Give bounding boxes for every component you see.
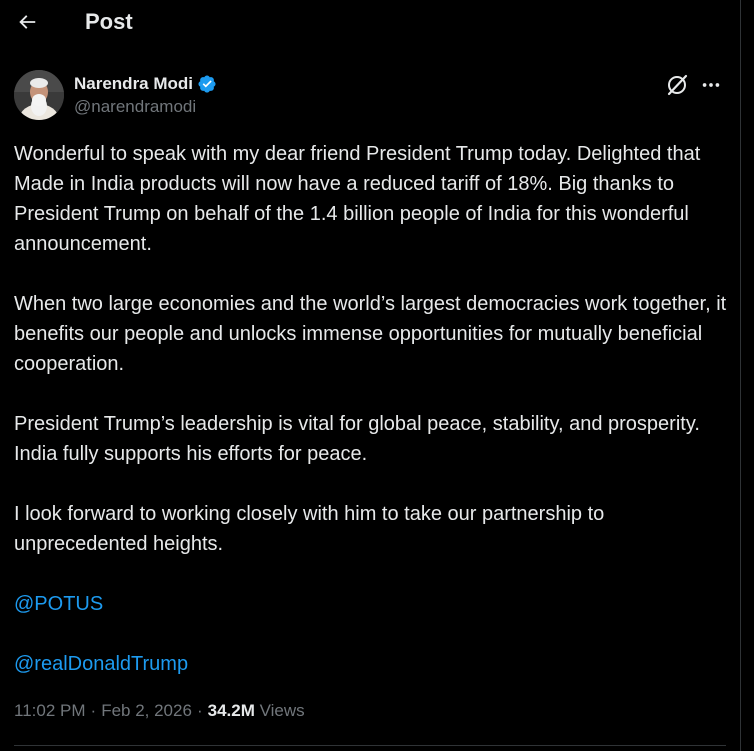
- page-title: Post: [85, 9, 133, 34]
- avatar-image: [14, 70, 64, 120]
- more-button[interactable]: [698, 72, 724, 98]
- post-text: Wonderful to speak with my dear friend P…: [14, 139, 734, 709]
- post-time[interactable]: 11:02 PM: [14, 701, 86, 720]
- column-border: [740, 0, 741, 751]
- post-date[interactable]: Feb 2, 2026: [101, 701, 192, 720]
- divider: [14, 745, 726, 746]
- post-paragraph: President Trump’s leadership is vital fo…: [14, 413, 700, 465]
- post-metadata: 11:02 PM · Feb 2, 2026 · 34.2M Views: [14, 699, 305, 723]
- views-count: 34.2M: [207, 701, 255, 720]
- views-label: Views: [259, 701, 305, 720]
- verified-badge-icon: [198, 75, 216, 93]
- separator: ·: [196, 701, 203, 720]
- more-horizontal-icon: [702, 83, 720, 87]
- grok-button[interactable]: [664, 72, 690, 98]
- post-author: Narendra Modi @narendramodi: [14, 70, 726, 122]
- avatar[interactable]: [14, 70, 64, 120]
- post-paragraph: I look forward to working closely with h…: [14, 503, 605, 555]
- mention-link-realdonaldtrump[interactable]: @realDonaldTrump: [14, 649, 188, 679]
- arrow-left-icon: [19, 15, 36, 29]
- author-name[interactable]: Narendra Modi: [74, 74, 217, 94]
- post-header: Post: [0, 0, 740, 44]
- post-paragraph: When two large economies and the world’s…: [14, 293, 727, 375]
- back-button[interactable]: [10, 5, 44, 39]
- mention-link-potus[interactable]: @POTUS: [14, 589, 103, 619]
- author-name-text: Narendra Modi: [74, 74, 194, 93]
- grok-icon: [667, 74, 688, 96]
- separator: ·: [90, 701, 97, 720]
- post-paragraph: Wonderful to speak with my dear friend P…: [14, 143, 701, 255]
- author-handle[interactable]: @narendramodi: [74, 97, 196, 117]
